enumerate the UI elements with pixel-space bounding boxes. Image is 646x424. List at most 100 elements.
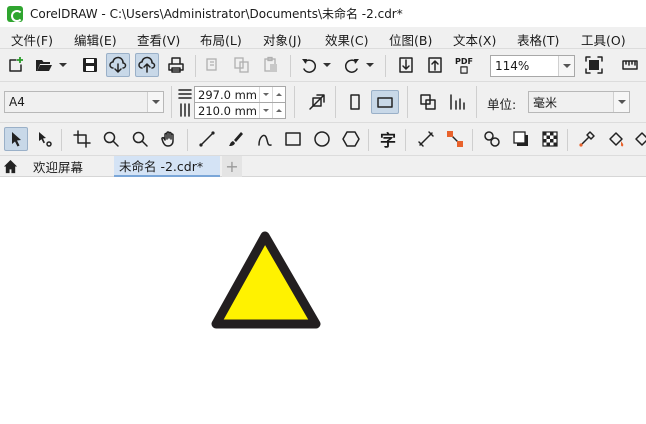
- redo-caret[interactable]: [366, 53, 374, 77]
- rectangle-tool-icon[interactable]: [281, 127, 305, 151]
- page-height-icon: [180, 103, 190, 117]
- eyedropper-tool-icon[interactable]: [575, 127, 599, 151]
- units-value: 毫米: [533, 95, 558, 110]
- chevron-down-icon[interactable]: [613, 92, 629, 112]
- transparency-tool-icon[interactable]: [538, 127, 562, 151]
- page-width-field[interactable]: 297.0 mm: [194, 86, 286, 103]
- drop-shadow-tool-icon[interactable]: [509, 127, 533, 151]
- undo-icon[interactable]: [297, 53, 321, 77]
- print-icon[interactable]: [164, 53, 188, 77]
- bezier-pen-icon[interactable]: [253, 127, 277, 151]
- shape-tool-icon[interactable]: [33, 127, 57, 151]
- tab-untitled-document[interactable]: 未命名 -2.cdr*: [114, 156, 220, 177]
- tab-welcome-screen[interactable]: 欢迎屏幕: [28, 156, 88, 177]
- page-width-icon: [178, 89, 192, 99]
- zoom-tool-icon[interactable]: [99, 127, 123, 151]
- open-recent-caret[interactable]: [59, 53, 67, 77]
- toolbar-separator: [405, 129, 406, 151]
- redo-icon[interactable]: [340, 53, 364, 77]
- page-height-value: 210.0 mm: [198, 103, 257, 118]
- menu-effects[interactable]: 效果(C): [325, 30, 368, 49]
- toolbar-separator: [407, 86, 408, 118]
- landscape-icon[interactable]: [371, 90, 399, 114]
- page-orientation-sync-icon[interactable]: [305, 90, 329, 114]
- toolbar-separator: [290, 55, 291, 77]
- blend-tool-icon[interactable]: [480, 127, 504, 151]
- freehand-tool-icon[interactable]: [195, 127, 219, 151]
- height-decrement[interactable]: [259, 103, 272, 118]
- all-pages-icon[interactable]: [416, 90, 440, 114]
- chevron-down-icon[interactable]: [147, 92, 163, 112]
- toolbar-separator: [294, 86, 295, 118]
- text-tool-button[interactable]: 字: [376, 127, 400, 151]
- rulers-icon[interactable]: [618, 53, 642, 77]
- height-increment[interactable]: [272, 103, 285, 118]
- interactive-fill-tool-icon[interactable]: [604, 127, 628, 151]
- tab-welcome-label: 欢迎屏幕: [33, 160, 84, 175]
- crop-tool-icon[interactable]: [70, 127, 94, 151]
- dimension-tool-icon[interactable]: [414, 127, 438, 151]
- cloud-download-icon[interactable]: [106, 53, 130, 77]
- pan-tool-hand-icon[interactable]: [157, 127, 181, 151]
- title-bar: CorelDRAW - C:\Users\Administrator\Docum…: [0, 0, 646, 27]
- page-size-value: A4: [9, 95, 25, 109]
- pick-tool-icon[interactable]: [4, 127, 28, 151]
- menu-bar: 文件(F) 编辑(E) 查看(V) 布局(L) 对象(J) 效果(C) 位图(B…: [0, 27, 646, 49]
- page-width-value: 297.0 mm: [198, 87, 257, 102]
- menu-text[interactable]: 文本(X): [453, 30, 496, 49]
- menu-file[interactable]: 文件(F): [11, 30, 53, 49]
- menu-object[interactable]: 对象(J): [263, 30, 301, 49]
- add-tab-button[interactable]: +: [222, 156, 242, 177]
- units-combo[interactable]: 毫米: [528, 91, 630, 113]
- drawing-canvas[interactable]: [0, 177, 646, 424]
- page-size-combo[interactable]: A4: [4, 91, 164, 113]
- standard-toolbar: PDF 114%: [0, 49, 646, 82]
- canvas-drawing: [211, 231, 321, 329]
- yellow-triangle-shape[interactable]: [211, 231, 321, 329]
- connector-tool-icon[interactable]: [443, 127, 467, 151]
- cloud-upload-icon[interactable]: [135, 53, 159, 77]
- home-icon[interactable]: [0, 156, 20, 177]
- menu-tools[interactable]: 工具(O): [581, 30, 626, 49]
- toolbar-separator: [171, 86, 172, 118]
- toolbar-separator: [472, 129, 473, 151]
- toolbar-separator: [335, 86, 336, 118]
- toolbar-separator: [187, 129, 188, 151]
- smart-fill-tool-icon[interactable]: [630, 127, 646, 151]
- polygon-tool-icon[interactable]: [339, 127, 363, 151]
- zoom-level-combo[interactable]: 114%: [490, 55, 575, 77]
- menu-bitmaps[interactable]: 位图(B): [389, 30, 432, 49]
- menu-layout[interactable]: 布局(L): [200, 30, 242, 49]
- open-folder-icon[interactable]: [32, 53, 56, 77]
- zoom-out-tool-icon[interactable]: [128, 127, 152, 151]
- cut-icon: [201, 53, 225, 77]
- publish-pdf-button[interactable]: PDF: [452, 53, 476, 77]
- window-title: CorelDRAW - C:\Users\Administrator\Docum…: [30, 7, 403, 21]
- ellipse-tool-icon[interactable]: [310, 127, 334, 151]
- coreldraw-logo-icon: [7, 5, 23, 22]
- toolbar-separator: [195, 55, 196, 77]
- full-screen-preview-icon[interactable]: [582, 53, 606, 77]
- tab-untitled-label: 未命名 -2.cdr*: [119, 159, 204, 174]
- artistic-media-brush-icon[interactable]: [224, 127, 248, 151]
- width-increment[interactable]: [272, 87, 285, 102]
- toolbar-separator: [385, 55, 386, 77]
- page-height-field[interactable]: 210.0 mm: [194, 102, 286, 119]
- menu-view[interactable]: 查看(V): [137, 30, 180, 49]
- toolbar-separator: [567, 129, 568, 151]
- import-icon[interactable]: [394, 53, 418, 77]
- current-page-icon[interactable]: [445, 90, 469, 114]
- paste-icon: [259, 53, 283, 77]
- width-decrement[interactable]: [259, 87, 272, 102]
- portrait-icon[interactable]: [343, 90, 367, 114]
- new-document-icon[interactable]: [4, 53, 28, 77]
- units-label: 单位:: [487, 97, 517, 112]
- save-icon[interactable]: [78, 53, 102, 77]
- toolbar-separator: [368, 129, 369, 151]
- chevron-down-icon[interactable]: [558, 56, 574, 76]
- menu-table[interactable]: 表格(T): [517, 30, 559, 49]
- copy-icon: [230, 53, 254, 77]
- menu-edit[interactable]: 编辑(E): [74, 30, 117, 49]
- export-icon[interactable]: [423, 53, 447, 77]
- undo-caret[interactable]: [323, 53, 331, 77]
